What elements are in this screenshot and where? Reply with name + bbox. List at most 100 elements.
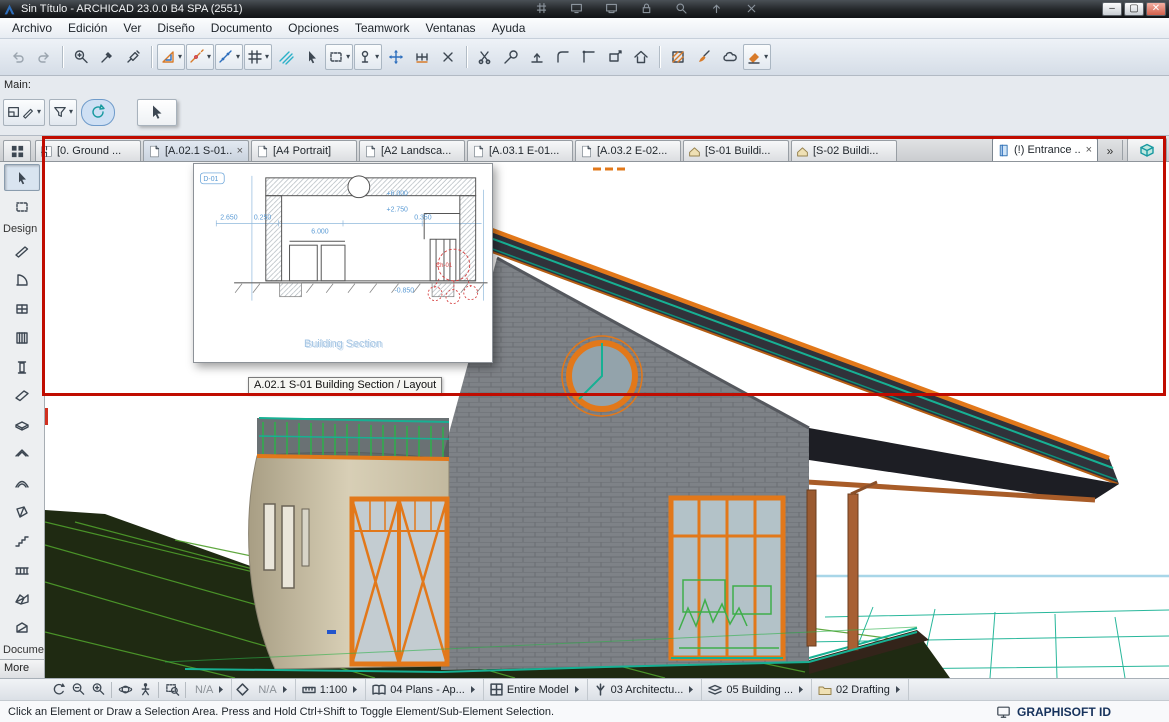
3d-canvas[interactable]: D-01 2.650 0.250 6.000 0.350 +6.000 +2.7… xyxy=(45,162,1169,678)
tab-layout-a2-landscape[interactable]: [A2 Landsca... xyxy=(359,140,465,161)
column-tool-button[interactable] xyxy=(4,353,40,380)
palette-filter-combo[interactable]: ▾ xyxy=(49,99,77,126)
stair-tool-button[interactable] xyxy=(4,527,40,554)
gravity-button[interactable] xyxy=(273,44,299,70)
tab-layout-a031-e01[interactable]: [A.03.1 E-01... xyxy=(467,140,573,161)
field-na-2[interactable]: N/A xyxy=(252,679,295,701)
menu-edicion[interactable]: Edición xyxy=(60,19,115,37)
window-tool-button[interactable] xyxy=(4,295,40,322)
anchor-combo[interactable]: ▾ xyxy=(354,44,382,70)
section-preview-drawing: D-01 2.650 0.250 6.000 0.350 +6.000 +2.7… xyxy=(194,164,492,362)
wall-tool-button[interactable] xyxy=(4,237,40,264)
arrow-palette-button[interactable] xyxy=(137,99,177,126)
3d-view-button[interactable] xyxy=(1127,138,1167,161)
zoom-window-button[interactable] xyxy=(162,680,182,700)
inject-parameters-button[interactable] xyxy=(120,44,146,70)
tab-entrance-3d[interactable]: (!) Entrance ...× xyxy=(992,138,1098,161)
marquee-mode-combo[interactable]: ▾ xyxy=(325,44,353,70)
move-button[interactable] xyxy=(383,44,409,70)
explore-button[interactable] xyxy=(135,680,155,700)
undo-button[interactable] xyxy=(5,44,31,70)
tab-section-s01[interactable]: [S-01 Buildi... xyxy=(683,140,789,161)
curtain-wall-tool-button[interactable] xyxy=(4,324,40,351)
menu-documento[interactable]: Documento xyxy=(203,19,280,37)
snap-guides-combo[interactable]: ▾ xyxy=(186,44,214,70)
tab-ground-floor[interactable]: [0. Ground ... xyxy=(35,140,141,161)
slab-tool-button[interactable] xyxy=(4,411,40,438)
roof-tool-button[interactable] xyxy=(4,440,40,467)
revision-cloud-button[interactable] xyxy=(717,44,743,70)
back-button[interactable] xyxy=(48,680,68,700)
field-value: 1:100 xyxy=(320,684,348,696)
intersect-button[interactable] xyxy=(576,44,602,70)
field-na-1[interactable]: N/A xyxy=(189,679,232,701)
tab-close-icon[interactable]: × xyxy=(1085,145,1093,155)
pick-up-parameters-button[interactable] xyxy=(94,44,120,70)
adjust-button[interactable] xyxy=(498,44,524,70)
explode-button[interactable] xyxy=(435,44,461,70)
field-structure-display[interactable]: Entire Model xyxy=(484,679,588,701)
paint-button[interactable] xyxy=(691,44,717,70)
hatch-button[interactable] xyxy=(665,44,691,70)
railing-tool-button[interactable] xyxy=(4,556,40,583)
cursor-snap-button[interactable] xyxy=(299,44,325,70)
find-select-button[interactable] xyxy=(68,44,94,70)
menu-ver[interactable]: Ver xyxy=(115,19,149,37)
close-button[interactable]: ✕ xyxy=(1146,2,1166,16)
field-drafting-folder[interactable]: 02 Drafting xyxy=(812,679,909,701)
palette-view-combo[interactable]: ▾ xyxy=(3,99,45,126)
menu-ventanas[interactable]: Ventanas xyxy=(418,19,484,37)
tab-layout-a032-e02[interactable]: [A.03.2 E-02... xyxy=(575,140,681,161)
tab-close-icon[interactable]: × xyxy=(236,146,244,156)
minimize-button[interactable]: – xyxy=(1102,2,1122,16)
menu-ayuda[interactable]: Ayuda xyxy=(484,19,534,37)
orange-panel-door xyxy=(352,499,447,664)
diamond-button[interactable] xyxy=(232,680,252,700)
beam-tool-button[interactable] xyxy=(4,382,40,409)
zoom-in-button[interactable] xyxy=(88,680,108,700)
guide-lines-combo[interactable]: ▾ xyxy=(157,44,185,70)
maximize-button[interactable]: ▢ xyxy=(1124,2,1144,16)
arrow-tool-button[interactable] xyxy=(4,164,40,191)
field-layer-combination[interactable]: 05 Building ... xyxy=(702,679,812,701)
fillet-button[interactable] xyxy=(550,44,576,70)
zoom-out-button[interactable] xyxy=(68,680,88,700)
field-pen-set[interactable]: 03 Architectu... xyxy=(588,679,703,701)
tab-layout-a4-portrait[interactable]: [A4 Portrait] xyxy=(251,140,357,161)
tab-overflow-button[interactable]: » xyxy=(1100,140,1120,161)
tab-section-s02[interactable]: [S-02 Buildi... xyxy=(791,140,897,161)
graphisoft-id-link[interactable]: GRAPHISOFT ID xyxy=(1017,705,1111,719)
titlebar[interactable]: Sin Título - ARCHICAD 23.0.0 B4 SPA (255… xyxy=(0,0,1169,18)
menu-diseno[interactable]: Diseño xyxy=(149,19,202,37)
tab-layout-a021-s01[interactable]: [A.02.1 S-01...× xyxy=(143,140,249,161)
monitor-icon[interactable] xyxy=(996,705,1011,719)
eraser-combo[interactable]: ▾ xyxy=(743,44,771,70)
menu-opciones[interactable]: Opciones xyxy=(280,19,347,37)
window-tool-icon xyxy=(14,301,30,317)
menu-archivo[interactable]: Archivo xyxy=(4,19,60,37)
marquee-tool-button[interactable] xyxy=(4,193,40,220)
toolbox-more-button[interactable]: More xyxy=(0,659,44,678)
trim-button[interactable] xyxy=(524,44,550,70)
split-button[interactable] xyxy=(472,44,498,70)
zone-tool-button[interactable] xyxy=(4,614,40,641)
field-layout-book[interactable]: 04 Plans - Ap... xyxy=(366,679,484,701)
redo-button[interactable] xyxy=(31,44,57,70)
snap-points-combo[interactable]: ▾ xyxy=(215,44,243,70)
change-id-text: Ch-01 xyxy=(436,263,453,269)
morph-tool-button[interactable] xyxy=(4,498,40,525)
mesh-tool-button[interactable] xyxy=(4,585,40,612)
close-small-icon xyxy=(745,2,758,15)
rebuild-view-button[interactable] xyxy=(81,99,115,126)
field-scale[interactable]: 1:100 xyxy=(296,679,367,701)
orbit-button[interactable] xyxy=(115,680,135,700)
grid-snap-combo[interactable]: ▾ xyxy=(244,44,272,70)
tab-label: [S-01 Buildi... xyxy=(705,145,784,157)
home-story-button[interactable] xyxy=(628,44,654,70)
door-tool-button[interactable] xyxy=(4,266,40,293)
menu-teamwork[interactable]: Teamwork xyxy=(347,19,418,37)
tab-overview-button[interactable] xyxy=(3,140,31,161)
dimension-button[interactable] xyxy=(409,44,435,70)
shell-tool-button[interactable] xyxy=(4,469,40,496)
resize-button[interactable] xyxy=(602,44,628,70)
